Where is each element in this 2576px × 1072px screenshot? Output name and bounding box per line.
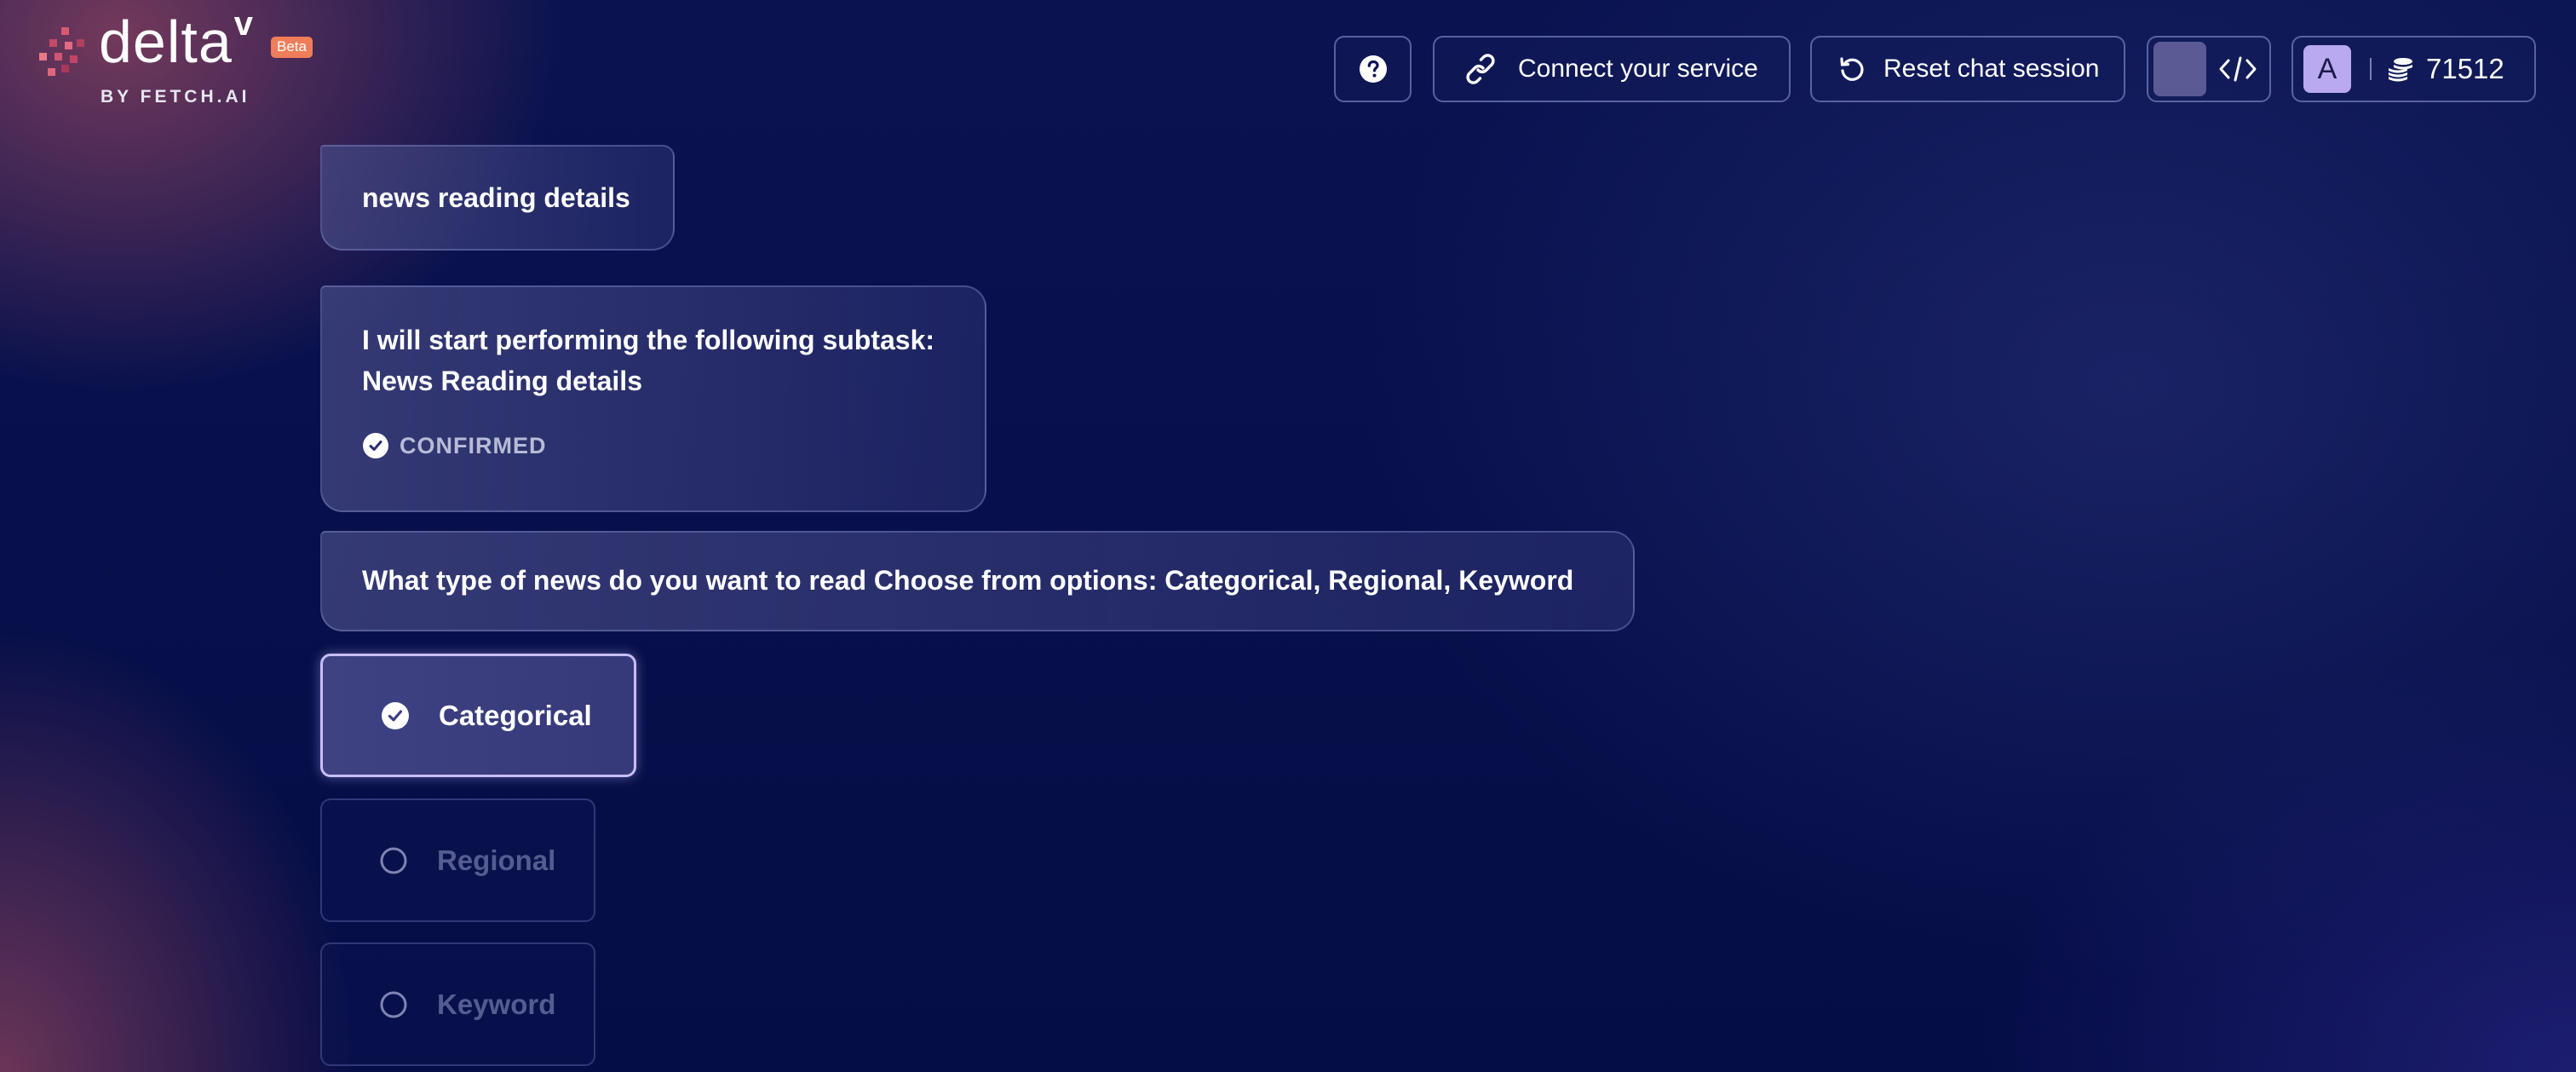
account-button[interactable]: A 71512 (2291, 36, 2536, 102)
option-regional[interactable]: Regional (320, 798, 595, 922)
check-circle-icon (363, 433, 388, 458)
subtask-line-2: News Reading details (362, 366, 642, 396)
check-circle-icon (382, 701, 409, 729)
subtask-line-1: I will start performing the following su… (362, 325, 935, 355)
radio-empty-icon (380, 991, 407, 1017)
avatar: A (2303, 45, 2351, 93)
option-keyword[interactable]: Keyword (320, 942, 595, 1066)
user-message-bubble: news reading details (320, 145, 675, 251)
brand-logo[interactable]: deltav Beta BY FETCH.AI (39, 7, 329, 116)
subtask-message-bubble: I will start performing the following su… (320, 285, 986, 512)
beta-badge: Beta (271, 37, 313, 58)
fetch-logo-icon (39, 27, 84, 76)
question-circle-icon (1359, 55, 1387, 83)
option-label: Keyword (437, 988, 556, 1020)
user-message-text: news reading details (362, 182, 630, 213)
reset-chat-button[interactable]: Reset chat session (1810, 36, 2125, 102)
brand-byline: BY FETCH.AI (101, 87, 250, 107)
subtask-status-label: CONFIRMED (400, 433, 547, 458)
link-icon (1466, 54, 1495, 84)
agent-question-bubble: What type of news do you want to read Ch… (320, 531, 1635, 631)
token-balance: 71512 (2426, 53, 2504, 84)
radio-empty-icon (380, 847, 407, 873)
theme-swatch[interactable] (2153, 42, 2206, 96)
divider (2370, 58, 2372, 80)
option-label: Regional (437, 844, 556, 876)
developer-toggle-button[interactable] (2147, 36, 2271, 102)
option-label: Categorical (439, 699, 592, 731)
option-categorical[interactable]: Categorical (320, 654, 636, 777)
subtask-status: CONFIRMED (362, 425, 985, 466)
connect-service-label: Connect your service (1518, 55, 1758, 83)
reset-chat-label: Reset chat session (1883, 55, 2100, 83)
agent-question-text: What type of news do you want to read Ch… (362, 565, 1574, 596)
coins-icon (2389, 58, 2412, 82)
connect-service-button[interactable]: Connect your service (1433, 36, 1791, 102)
help-button[interactable] (1334, 36, 1412, 102)
code-icon (2219, 56, 2257, 82)
undo-icon (1840, 57, 1864, 81)
brand-wordmark: deltav (99, 4, 255, 75)
